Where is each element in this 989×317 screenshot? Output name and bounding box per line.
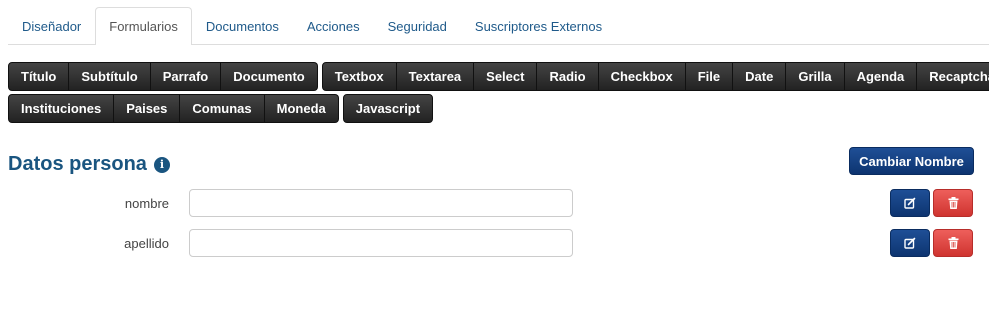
text-elements-group: Título Subtítulo Parrafo Documento [8,62,318,91]
moneda-button[interactable]: Moneda [264,94,339,123]
field-label-nombre: nombre [124,196,169,211]
javascript-button[interactable]: Javascript [342,94,434,123]
toolbar-row-2: Instituciones Paises Comunas Moneda Java… [8,94,437,123]
instituciones-button[interactable]: Instituciones [8,94,115,123]
trash-icon [948,197,958,209]
toolbar-row-1: Título Subtítulo Parrafo Documento Textb… [8,62,989,91]
tab-acciones[interactable]: Acciones [293,7,374,44]
apellido-input[interactable] [189,229,573,257]
paises-button[interactable]: Paises [114,94,181,123]
cambiar-nombre-button[interactable]: Cambiar Nombre [849,147,974,175]
section-title: Datos persona i [8,153,170,176]
nombre-input[interactable] [189,189,573,217]
edit-square-icon [904,197,916,209]
date-button[interactable]: Date [733,62,787,91]
recaptcha-button[interactable]: Recaptcha [917,62,989,91]
info-circle-icon[interactable]: i [153,156,170,173]
tab-bar: Diseñador Formularios Documentos Accione… [8,7,989,45]
edit-apellido-button[interactable] [890,229,930,257]
edit-square-icon [904,237,916,249]
script-group: Javascript [342,94,434,123]
checkbox-button[interactable]: Checkbox [598,62,686,91]
input-elements-group: Textbox Textarea Select Radio Checkbox F… [321,62,989,91]
tab-formularios[interactable]: Formularios [95,7,192,45]
textbox-button[interactable]: Textbox [321,62,397,91]
comunas-button[interactable]: Comunas [180,94,265,123]
tab-documentos[interactable]: Documentos [192,7,293,44]
trash-icon [948,237,958,249]
subtitulo-button[interactable]: Subtítulo [69,62,151,91]
parrafo-button[interactable]: Parrafo [150,62,222,91]
radio-button[interactable]: Radio [537,62,599,91]
agenda-button[interactable]: Agenda [844,62,918,91]
field-label-apellido: apellido [124,236,169,251]
file-button[interactable]: File [685,62,734,91]
section-title-text: Datos persona [8,153,147,175]
tab-seguridad[interactable]: Seguridad [374,7,461,44]
documento-button[interactable]: Documento [221,62,318,91]
tab-suscriptores-externos[interactable]: Suscriptores Externos [461,7,616,44]
data-elements-group: Instituciones Paises Comunas Moneda [8,94,339,123]
select-button[interactable]: Select [474,62,538,91]
tab-disenador[interactable]: Diseñador [8,7,95,44]
edit-nombre-button[interactable] [890,189,930,217]
titulo-button[interactable]: Título [8,62,70,91]
grilla-button[interactable]: Grilla [786,62,845,91]
delete-nombre-button[interactable] [933,189,973,217]
textarea-button[interactable]: Textarea [396,62,475,91]
delete-apellido-button[interactable] [933,229,973,257]
